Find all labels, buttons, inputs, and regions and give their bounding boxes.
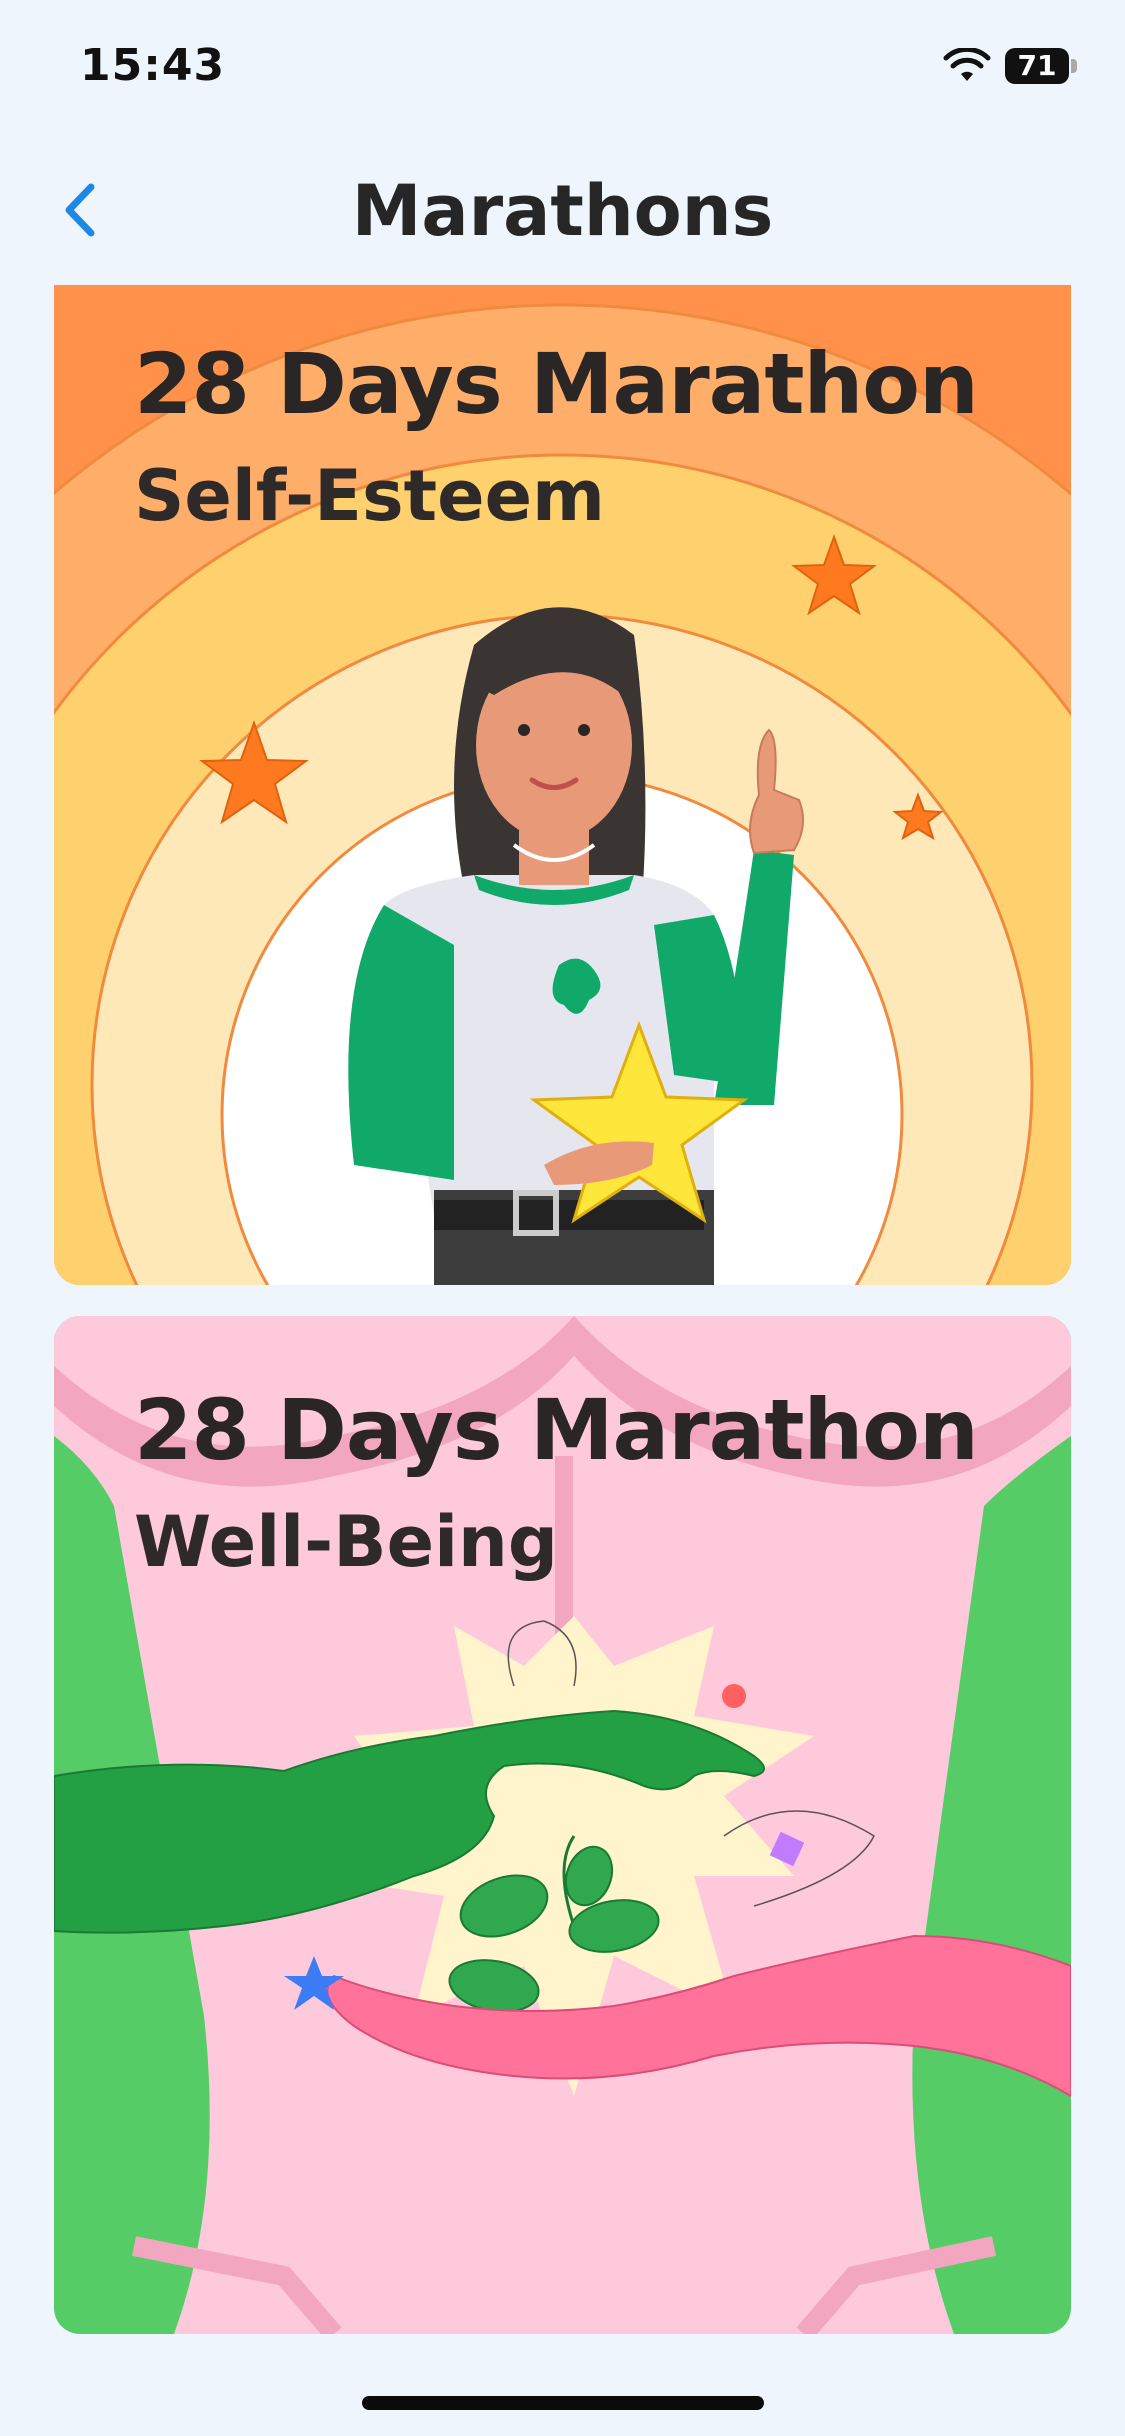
- self-esteem-illustration: [54, 285, 1071, 1285]
- status-bar: 15:43 71: [0, 0, 1125, 140]
- marathon-title: 28 Days Marathon: [134, 1381, 979, 1479]
- status-time: 15:43: [80, 40, 226, 91]
- battery-icon: 71: [1005, 48, 1077, 84]
- wifi-icon: [943, 48, 991, 81]
- page-title: Marathons: [351, 170, 774, 252]
- home-indicator[interactable]: [362, 2396, 764, 2410]
- marathon-subtitle: Well-Being: [134, 1501, 558, 1583]
- marathon-card-well-being[interactable]: 28 Days Marathon Well-Being: [54, 1316, 1071, 2334]
- nav-bar: Marathons: [0, 150, 1125, 270]
- marathon-title: 28 Days Marathon: [134, 335, 979, 433]
- status-indicators: 71: [943, 48, 1077, 84]
- battery-level: 71: [1005, 48, 1069, 84]
- screen: 15:43 71 Marathons 28 Days Marathon Self…: [0, 0, 1125, 2436]
- marathon-card-self-esteem[interactable]: 28 Days Marathon Self-Esteem: [54, 285, 1071, 1285]
- marathon-subtitle: Self-Esteem: [134, 455, 605, 537]
